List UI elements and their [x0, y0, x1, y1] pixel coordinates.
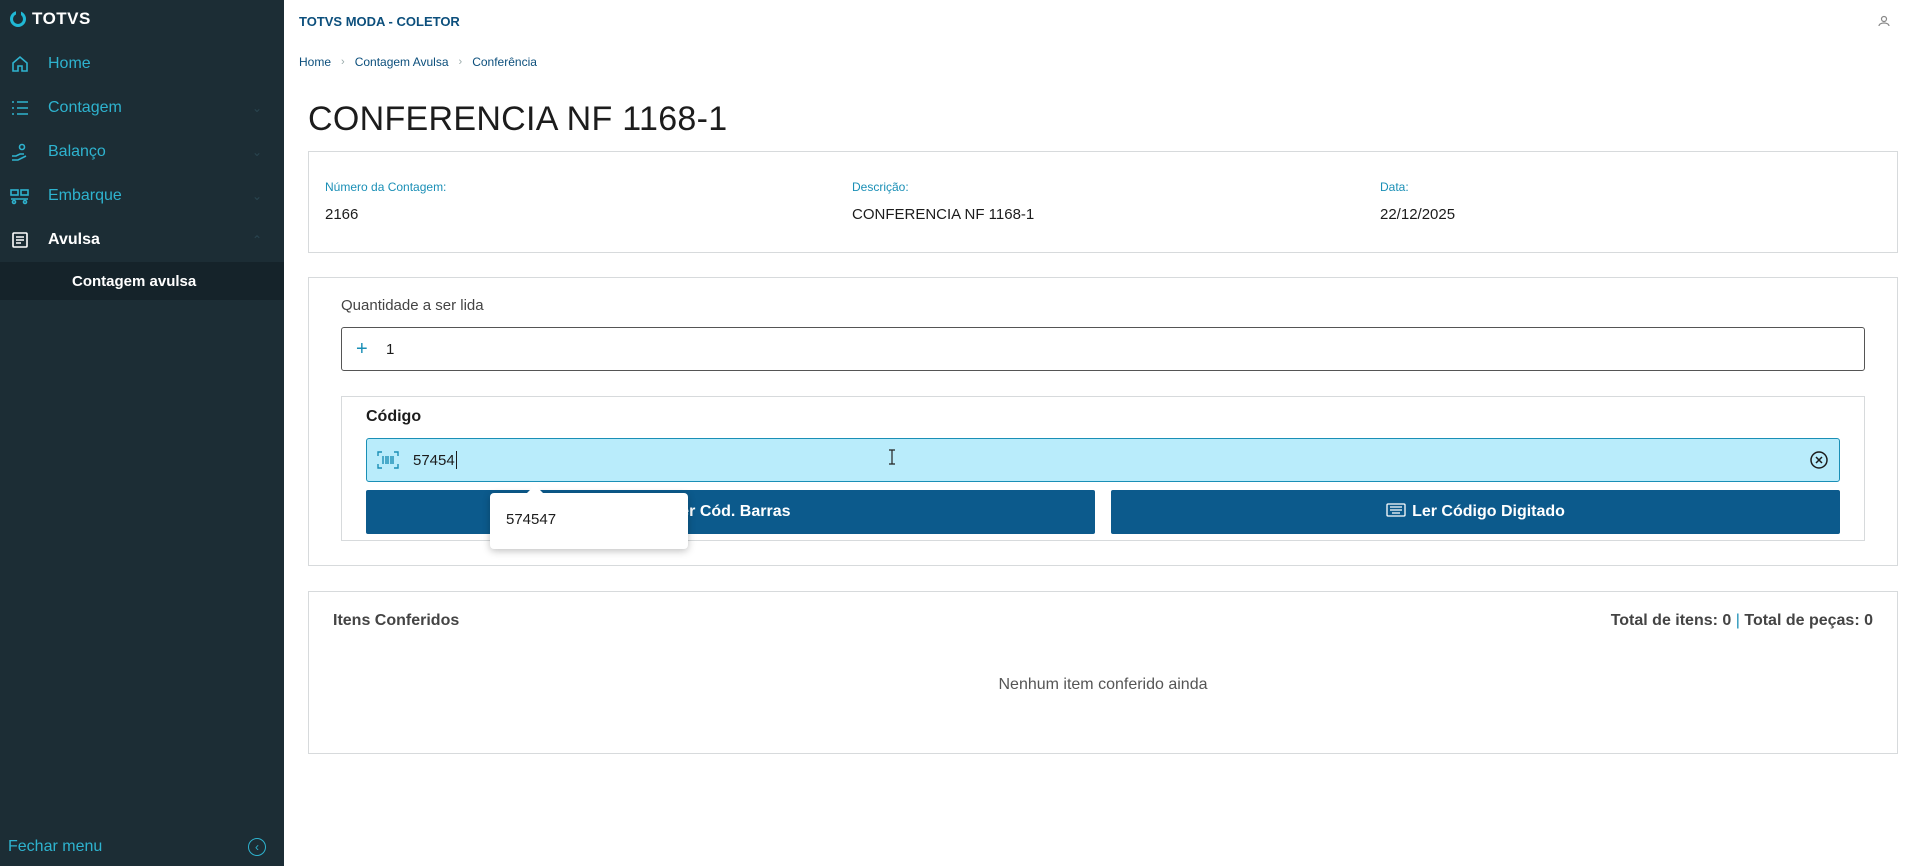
- data-value: 22/12/2025: [1380, 206, 1456, 223]
- sidebar-item-avulsa[interactable]: Avulsa ⌃: [0, 218, 284, 262]
- sidebar-item-label: Home: [48, 55, 91, 72]
- quantidade-label: Quantidade a ser lida: [341, 297, 484, 314]
- plus-icon: +: [356, 337, 368, 360]
- total-pecas: Total de peças: 0: [1744, 612, 1873, 629]
- ler-codigo-digitado-label: Ler Código Digitado: [1412, 503, 1565, 520]
- breadcrumb: Home › Contagem Avulsa › Conferência: [299, 55, 537, 69]
- descricao: Descrição: CONFERENCIA NF 1168-1: [852, 180, 1034, 223]
- document-icon: [10, 230, 30, 250]
- close-menu-button[interactable]: Fechar menu ‹: [8, 838, 266, 856]
- info-card: Número da Contagem: 2166 Descrição: CONF…: [308, 151, 1898, 253]
- keyboard-icon: [1386, 502, 1406, 522]
- ler-cod-barras-button[interactable]: Ler Cód. Barras: [366, 490, 1095, 534]
- sidebar-item-balanco[interactable]: Balanço ⌄: [0, 130, 284, 174]
- quantidade-input[interactable]: + 1: [341, 327, 1865, 371]
- barcode-icon: [377, 451, 399, 469]
- chevron-down-icon: ⌄: [251, 145, 262, 159]
- breadcrumb-conferencia: Conferência: [472, 55, 537, 69]
- home-icon: [10, 54, 30, 74]
- codigo-value: 57454: [413, 451, 455, 469]
- sidebar-item-embarque[interactable]: Embarque ⌄: [0, 174, 284, 218]
- chevron-left-icon: ‹: [248, 838, 266, 856]
- sidebar-nav: Home Contagem ⌄ Balanço ⌄ Embarque ⌄ Avu…: [0, 42, 284, 300]
- codigo-input[interactable]: 57454: [366, 438, 1840, 482]
- chevron-down-icon: ⌄: [251, 189, 262, 203]
- sidebar-item-label: Avulsa: [48, 231, 100, 248]
- numero-contagem: Número da Contagem: 2166: [325, 180, 446, 223]
- text-caret: [455, 451, 457, 469]
- data: Data: 22/12/2025: [1380, 180, 1455, 223]
- truck-icon: [10, 186, 30, 206]
- sidebar-subitem-contagem-avulsa[interactable]: Contagem avulsa: [0, 262, 284, 300]
- chevron-right-icon: ›: [341, 56, 345, 68]
- sidebar-item-label: Balanço: [48, 143, 106, 160]
- sidebar-item-label: Contagem: [48, 99, 122, 116]
- user-icon[interactable]: [1878, 14, 1892, 28]
- chevron-up-icon: ⌃: [251, 233, 262, 247]
- main-content: TOTVS MODA - COLETOR Home › Contagem Avu…: [284, 0, 1912, 866]
- list-icon: [10, 98, 30, 118]
- clear-icon[interactable]: [1809, 450, 1829, 470]
- chevron-down-icon: ⌄: [251, 101, 262, 115]
- numero-value: 2166: [325, 206, 359, 223]
- numero-label: Número da Contagem:: [325, 180, 447, 194]
- totals-separator: |: [1735, 612, 1740, 629]
- descricao-value: CONFERENCIA NF 1168-1: [852, 206, 1035, 223]
- app-title: TOTVS MODA - COLETOR: [299, 14, 460, 29]
- page-title: CONFERENCIA NF 1168-1: [308, 100, 728, 138]
- codigo-label: Código: [366, 408, 422, 425]
- close-menu-label: Fechar menu: [8, 838, 103, 855]
- sidebar-item-home[interactable]: Home: [0, 42, 284, 86]
- items-totals: Total de itens: 0 | Total de peças: 0: [1611, 612, 1873, 630]
- items-card: Itens Conferidos Total de itens: 0 | Tot…: [308, 591, 1898, 754]
- ler-codigo-digitado-button[interactable]: Ler Código Digitado: [1111, 490, 1840, 534]
- hand-icon: [10, 142, 30, 162]
- breadcrumb-home[interactable]: Home: [299, 55, 331, 69]
- sidebar-item-label: Embarque: [48, 187, 122, 204]
- logo: TOTVS: [10, 9, 91, 29]
- quantidade-value: 1: [386, 340, 395, 358]
- totvs-logo-icon: [10, 11, 26, 27]
- sidebar-item-contagem[interactable]: Contagem ⌄: [0, 86, 284, 130]
- descricao-label: Descrição:: [852, 180, 909, 194]
- items-title: Itens Conferidos: [333, 612, 460, 629]
- total-itens: Total de itens: 0: [1610, 612, 1732, 629]
- autocomplete-dropdown: 574547: [490, 485, 688, 549]
- breadcrumb-contagem-avulsa[interactable]: Contagem Avulsa: [355, 55, 449, 69]
- data-label: Data:: [1380, 180, 1409, 194]
- logo-text: TOTVS: [32, 9, 91, 28]
- sidebar: TOTVS Home Contagem ⌄ Balanço ⌄ Embarque…: [0, 0, 284, 866]
- chevron-right-icon: ›: [458, 56, 463, 68]
- ler-cod-barras-label: Ler Cód. Barras: [670, 503, 791, 520]
- items-empty-message: Nenhum item conferido ainda: [998, 676, 1208, 693]
- autocomplete-option[interactable]: 574547: [506, 511, 556, 528]
- text-cursor-icon: [888, 449, 896, 465]
